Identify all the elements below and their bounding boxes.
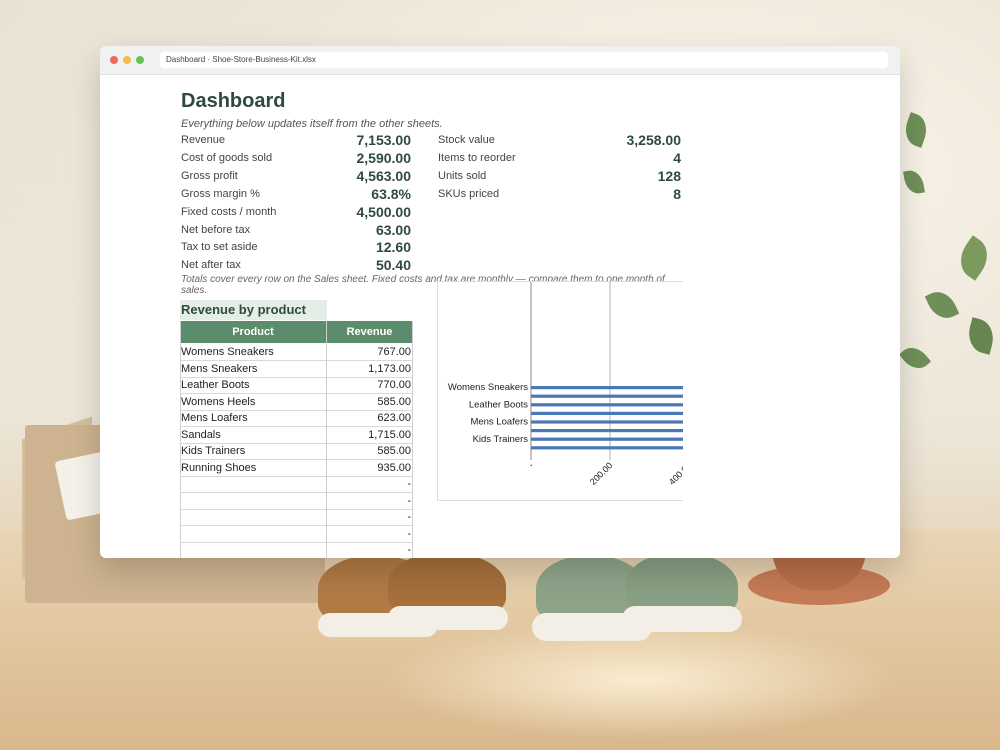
chart-bar[interactable] <box>531 386 683 390</box>
revenue-cell[interactable]: - <box>407 493 411 509</box>
window-titlebar: Dashboard · Shoe-Store-Business-Kit.xlsx <box>100 46 900 75</box>
table-column-divider <box>326 321 327 558</box>
product-cell[interactable]: Mens Sneakers <box>181 361 257 377</box>
revenue-cell[interactable]: 770.00 <box>377 377 411 393</box>
metric-value[interactable]: 50.40 <box>376 257 411 273</box>
chart-tick-label: 400.00 <box>667 460 683 487</box>
metric-label: Cost of goods sold <box>181 151 273 164</box>
metric-label: Tax to set aside <box>181 241 258 254</box>
chart-category-label: Leather Boots <box>469 399 528 410</box>
metric-value[interactable]: 8 <box>673 186 681 202</box>
metric-value[interactable]: 63.8% <box>371 186 411 202</box>
revenue-table-heading: Revenue by product <box>180 300 327 320</box>
metric-label: Items to reorder <box>438 151 516 164</box>
table-border-right <box>412 321 413 558</box>
metric-label: Units sold <box>438 169 487 182</box>
table-row[interactable]: - <box>180 526 412 543</box>
metric-label: Revenue <box>181 134 226 146</box>
revenue-cell[interactable]: 585.00 <box>377 394 411 410</box>
green-sneaker-right <box>622 552 742 634</box>
revenue-cell[interactable]: 767.00 <box>377 344 411 360</box>
table-row[interactable]: - <box>180 493 412 510</box>
metric-value[interactable]: 2,590.00 <box>357 150 412 166</box>
chart-tick-label: 200.00 <box>588 460 615 487</box>
chart-category-label: Womens Sneakers <box>448 382 528 393</box>
product-cell[interactable]: Running Shoes <box>181 460 256 476</box>
table-row[interactable]: Mens Sneakers 1,173.00 <box>180 361 412 378</box>
metric-value[interactable]: 4,500.00 <box>357 204 412 220</box>
table-border-left <box>180 321 181 558</box>
brown-loafer-right <box>388 552 508 632</box>
chart-bar[interactable] <box>531 437 683 441</box>
chart-bar[interactable] <box>531 446 683 450</box>
chart-bar[interactable] <box>531 420 683 424</box>
product-cell[interactable]: Sandals <box>181 427 221 443</box>
minimize-window-button[interactable] <box>123 56 131 64</box>
table-row[interactable]: Kids Trainers 585.00 <box>180 443 412 460</box>
metric-label: SKUs priced <box>438 187 500 200</box>
metric-label: Fixed costs / month <box>181 205 277 218</box>
metric-value[interactable]: 7,153.00 <box>357 132 412 148</box>
revenue-cell[interactable]: 585.00 <box>377 443 411 459</box>
address-bar[interactable]: Dashboard · Shoe-Store-Business-Kit.xlsx <box>160 52 888 68</box>
column-header-revenue[interactable]: Revenue <box>327 321 412 343</box>
metric-label: Stock value <box>438 134 495 146</box>
chart-bar[interactable] <box>531 411 683 415</box>
chart-category-label: Kids Trainers <box>473 434 529 445</box>
table-row[interactable]: Mens Loafers 623.00 <box>180 410 412 427</box>
close-window-button[interactable] <box>110 56 118 64</box>
chart-bar[interactable] <box>531 394 683 398</box>
product-cell[interactable]: Leather Boots <box>181 377 250 393</box>
metric-label: Gross margin % <box>181 187 260 200</box>
dashboard-sheet: Dashboard Everything below updates itsel… <box>100 74 900 558</box>
product-cell[interactable]: Kids Trainers <box>181 443 245 459</box>
product-cell[interactable]: Womens Sneakers <box>181 344 274 360</box>
metric-label: Gross profit <box>181 169 238 182</box>
metric-value[interactable]: 3,258.00 <box>627 132 682 148</box>
column-header-product[interactable]: Product <box>180 321 326 343</box>
revenue-cell[interactable]: - <box>407 526 411 542</box>
metric-value[interactable]: 63.00 <box>376 222 411 238</box>
metric-label: Net before tax <box>181 223 251 236</box>
table-row[interactable]: - <box>180 509 412 526</box>
maximize-window-button[interactable] <box>136 56 144 64</box>
page-title: Dashboard <box>181 90 286 112</box>
metric-value[interactable]: 12.60 <box>376 239 411 255</box>
table-row[interactable]: Leather Boots 770.00 <box>180 377 412 394</box>
metric-label: Net after tax <box>181 259 241 272</box>
table-row[interactable]: - <box>180 542 412 558</box>
metric-value[interactable]: 4 <box>673 150 681 166</box>
metric-value[interactable]: 4,563.00 <box>357 168 412 184</box>
chart-canvas: Womens Sneakers Leather Boots Mens Loafers… <box>448 282 683 487</box>
chart-bar[interactable] <box>531 403 683 407</box>
product-cell[interactable]: Womens Heels <box>181 394 255 410</box>
table-row[interactable]: Running Shoes 935.00 <box>180 460 412 477</box>
revenue-cell[interactable]: 935.00 <box>377 460 411 476</box>
revenue-cell[interactable]: - <box>407 476 411 492</box>
revenue-cell[interactable]: - <box>407 509 411 525</box>
table-row[interactable]: Sandals 1,715.00 <box>180 427 412 444</box>
revenue-cell[interactable]: - <box>407 542 411 558</box>
chart-bar[interactable] <box>531 429 683 433</box>
revenue-bar-chart[interactable]: Womens Sneakers Leather Boots Mens Loafers… <box>437 281 683 501</box>
page-subtitle: Everything below updates itself from the… <box>181 118 443 130</box>
chart-category-label: Mens Loafers <box>470 417 528 428</box>
revenue-cell[interactable]: 623.00 <box>377 410 411 426</box>
table-row[interactable]: Womens Sneakers 767.00 <box>180 344 412 361</box>
table-row[interactable]: Womens Heels 585.00 <box>180 394 412 411</box>
table-row[interactable]: - <box>180 476 412 493</box>
metric-value[interactable]: 128 <box>658 168 681 184</box>
spreadsheet-window: Dashboard · Shoe-Store-Business-Kit.xlsx… <box>100 46 900 558</box>
revenue-cell[interactable]: 1,173.00 <box>368 361 411 377</box>
chart-tick-label: - <box>526 460 535 469</box>
revenue-cell[interactable]: 1,715.00 <box>368 427 411 443</box>
product-cell[interactable]: Mens Loafers <box>181 410 248 426</box>
